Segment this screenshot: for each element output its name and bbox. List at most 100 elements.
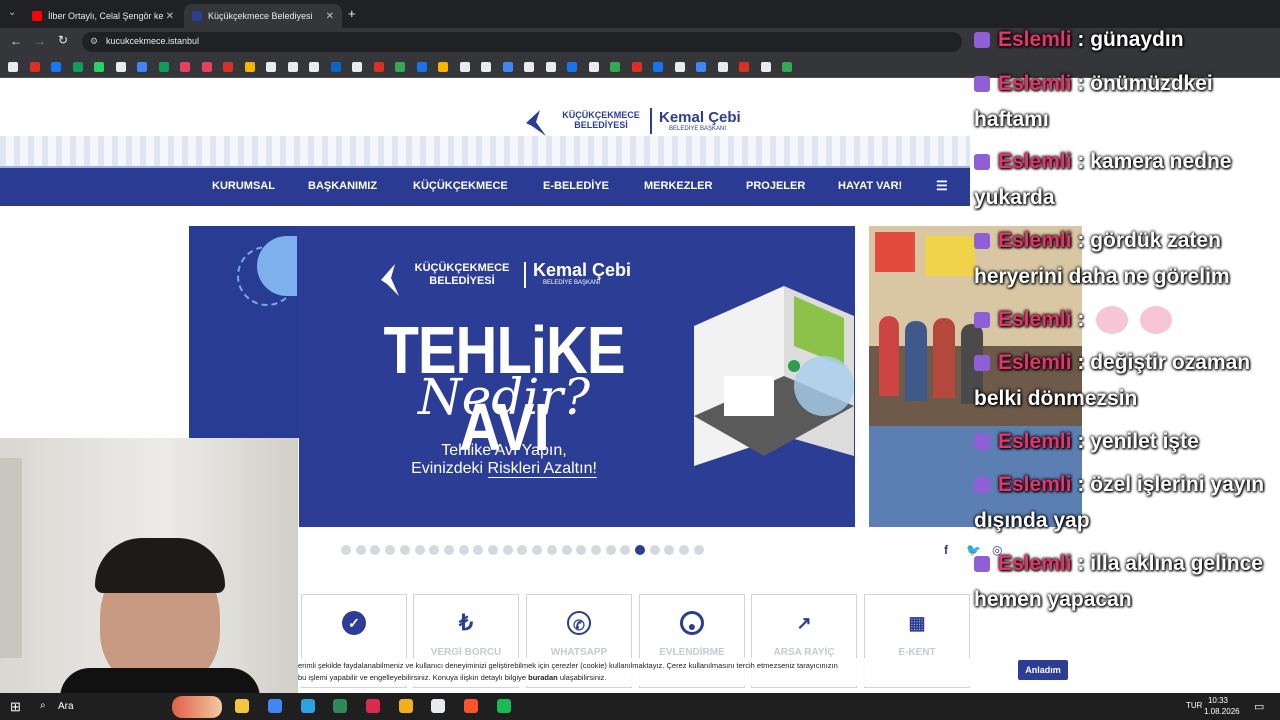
file-explorer-icon[interactable] [235,699,249,713]
bookmark-icon[interactable] [653,62,663,72]
tab-title: İlber Ortaylı, Celal Şengör keşif [48,11,163,21]
slider-dot[interactable] [502,545,513,555]
bookmark-icon[interactable] [330,62,341,72]
bookmark-icon[interactable] [137,62,147,72]
bookmark-icon[interactable] [352,62,362,72]
slider-dot[interactable] [635,545,645,555]
bookmark-icon[interactable] [416,62,427,72]
webcam-overlay [0,438,298,693]
bookmark-icon[interactable] [29,62,40,72]
bookmark-icon[interactable] [481,62,491,72]
bookmark-icon[interactable] [8,62,18,72]
spotify-icon[interactable] [497,699,511,713]
tab-youtube[interactable]: İlber Ortaylı, Celal Şengör keşif ✕ [24,4,182,28]
bookmark-icon[interactable] [115,62,126,72]
nav-e-belediye[interactable]: E-BELEDİYE [543,180,609,192]
bookmark-icon[interactable] [567,62,577,72]
close-tab-icon[interactable]: ✕ [326,11,334,22]
bookmark-icon[interactable] [309,62,319,72]
bookmark-icon[interactable] [739,62,749,72]
slider-dot[interactable] [693,545,704,555]
nav-merkezler[interactable]: MERKEZLER [644,180,712,192]
cookie-accept-button[interactable]: Anladım [1018,660,1068,680]
bookmark-icon[interactable] [459,62,470,72]
chat-message: Eslemli : kamera nedne yukarda [974,150,1232,209]
bookmark-icon[interactable] [782,62,792,72]
bookmark-icon[interactable] [502,62,513,72]
bookmark-icon[interactable] [631,62,642,72]
slider-dot[interactable] [649,545,660,555]
bookmark-icon[interactable] [610,62,620,72]
tab-search-icon[interactable]: ⌄ [8,7,16,18]
slider-dot[interactable] [414,545,425,555]
system-clock[interactable]: 10:33 1.08.2026 [1204,695,1240,717]
slider-dot[interactable] [546,545,557,555]
close-tab-icon[interactable]: ✕ [166,11,174,22]
facebook-icon[interactable]: f [944,543,948,557]
audition-icon[interactable] [333,699,347,713]
brave-icon[interactable] [464,699,478,713]
youtube-icon [32,11,42,21]
reload-icon[interactable]: ↻ [58,33,68,47]
slider-prev-slide[interactable] [189,226,299,438]
address-bar[interactable]: ⚙ kucukcekmece.istanbul [82,32,962,52]
bookmark-icon[interactable] [223,62,233,72]
back-icon[interactable]: ← [10,34,22,48]
slider-dot[interactable] [355,545,366,555]
cookie-link[interactable]: buradan [528,673,558,682]
slider-dot[interactable] [605,545,616,555]
bookmark-icon[interactable] [72,62,83,72]
bookmark-icon[interactable] [158,62,169,72]
new-tab-button[interactable]: + [348,6,356,21]
forward-icon[interactable]: → [34,34,46,48]
taskbar-search-icon[interactable]: ⌕ [40,700,46,711]
bookmark-icon[interactable] [760,62,771,72]
app-icon[interactable] [399,699,413,713]
bookmark-icon[interactable] [696,62,706,72]
bookmark-icon[interactable] [373,62,384,72]
emote-icon [1096,306,1129,335]
slider-dot[interactable] [590,545,601,555]
bookmark-icon[interactable] [287,62,298,72]
slider-dot[interactable] [488,545,498,555]
chrome-icon[interactable] [268,699,282,713]
nav-hayat-var[interactable]: HAYAT VAR! [838,180,902,192]
tab-kucukcekmece[interactable]: Küçükçekmece Belediyesi ✕ [184,4,342,28]
windows-start-icon[interactable]: ⊞ [10,699,21,715]
language-indicator[interactable]: TUR [1186,701,1202,710]
notification-icon[interactable]: ▭ [1254,700,1264,713]
taskbar-search-label[interactable]: Ara [58,701,74,712]
bookmark-icon[interactable] [94,62,104,72]
nav-kurumsal[interactable]: KURUMSAL [212,180,275,192]
bookmark-icon[interactable] [524,62,534,72]
site-info-icon[interactable]: ⚙ [90,36,98,47]
bookmark-icon[interactable] [545,62,556,72]
obs-icon[interactable] [431,699,445,713]
logo-mayor-role: BELEDİYE BAŞKANI [669,126,727,132]
menu-icon[interactable]: ☰ [936,178,948,194]
slider-dot[interactable] [399,545,410,555]
bookmark-icon[interactable] [51,62,61,72]
nav-kucukcekmece[interactable]: KÜÇÜKÇEKMECE [413,180,508,192]
bookmark-icon[interactable] [438,62,448,72]
slider-dot[interactable] [561,545,572,555]
bookmark-icon[interactable] [180,62,190,72]
slider-dot[interactable] [458,545,469,555]
telegram-icon[interactable] [301,699,315,713]
slider-main-slide[interactable]: KÜÇÜKÇEKMECE BELEDİYESİ Kemal Çebi BELED… [299,226,855,527]
slider-dot[interactable] [443,545,454,555]
bookmark-icon[interactable] [201,62,212,72]
site-logo[interactable]: KÜÇÜKÇEKMECE BELEDİYESİ Kemal Çebi BELED… [522,106,752,140]
bookmark-icon[interactable] [395,62,405,72]
bookmark-icon[interactable] [674,62,685,72]
nav-baskanimiz[interactable]: BAŞKANIMIZ [308,180,377,192]
nav-projeler[interactable]: PROJELER [746,180,805,192]
bookmark-icon[interactable] [588,62,599,72]
slider-dot[interactable] [341,545,351,555]
acrobat-icon[interactable] [366,699,380,713]
cookie-banner: erimli şekilde faydalanabilmeniz ve kull… [298,658,1082,686]
bookmark-icon[interactable] [717,62,728,72]
taskbar-widget[interactable] [172,696,222,718]
bookmark-icon[interactable] [266,62,276,72]
bookmark-icon[interactable] [244,62,255,72]
